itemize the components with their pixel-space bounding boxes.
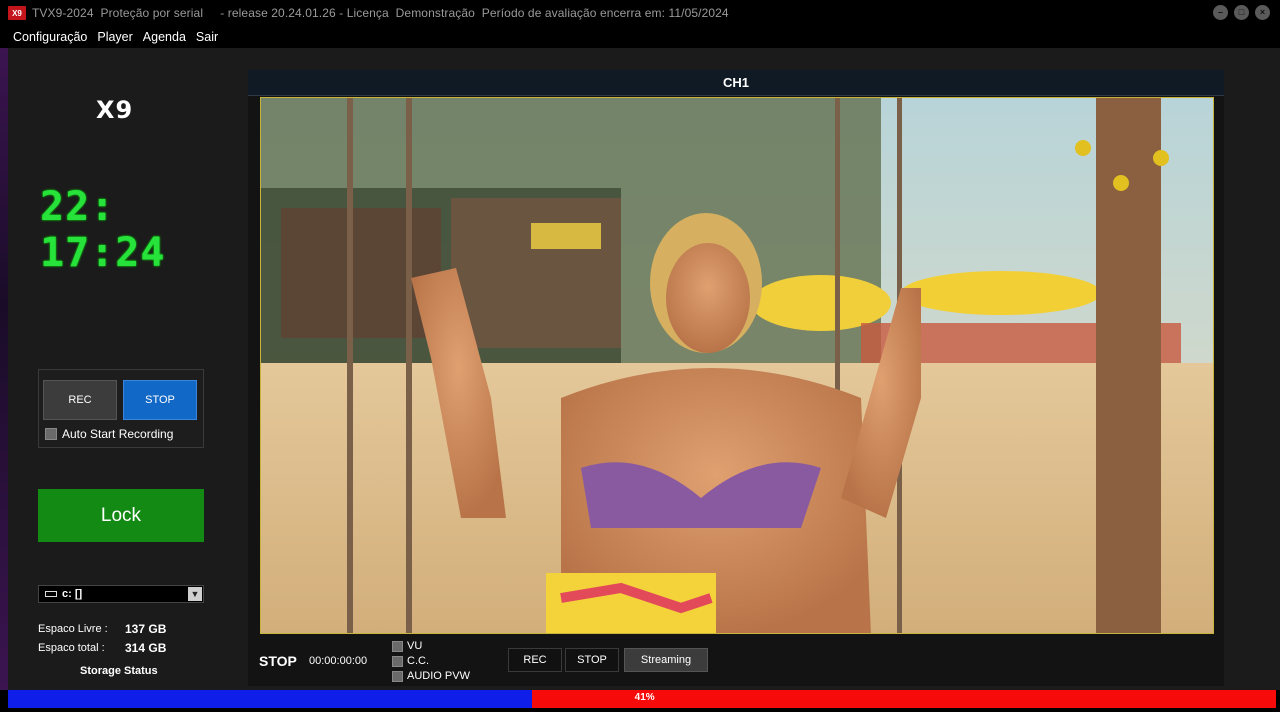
menu-player[interactable]: Player	[92, 30, 137, 44]
free-space-label: Espaco Livre :	[38, 623, 108, 635]
drive-select[interactable]: c: [] ▼	[38, 585, 204, 603]
video-frame-image	[261, 98, 1213, 633]
storage-status-label: Storage Status	[80, 665, 158, 677]
channel-panel: CH1 STOP 00:00:00:00 VU C.C. AUDIO PVW R…	[248, 70, 1224, 686]
title-bar: X9 TVX9-2024 Proteção por serial - relea…	[0, 0, 1280, 26]
audio-pvw-checkbox[interactable]	[392, 670, 403, 682]
storage-progress-bar: 41%	[8, 690, 1276, 708]
lock-button[interactable]: Lock	[38, 489, 204, 542]
window-edge	[0, 48, 8, 690]
storage-used-fill: 41%	[531, 690, 1276, 708]
menu-sair[interactable]: Sair	[191, 30, 223, 44]
cc-option[interactable]: C.C.	[392, 655, 429, 667]
menu-configuracao[interactable]: Configuração	[8, 30, 92, 44]
total-space-label: Espaco total :	[38, 642, 105, 654]
menu-agenda[interactable]: Agenda	[138, 30, 191, 44]
cc-label: C.C.	[407, 655, 429, 667]
auto-start-checkbox[interactable]	[45, 428, 57, 440]
vu-label: VU	[407, 640, 423, 652]
rec-button[interactable]: REC	[43, 380, 117, 420]
cc-checkbox[interactable]	[392, 655, 403, 667]
x9-logo: X9	[96, 96, 134, 124]
channel-state: STOP	[259, 653, 297, 669]
vu-option[interactable]: VU	[392, 640, 422, 652]
video-preview	[260, 97, 1214, 634]
storage-percent-label: 41%	[634, 692, 655, 703]
channel-timecode: 00:00:00:00	[309, 655, 368, 667]
maximize-icon[interactable]: □	[1234, 5, 1249, 20]
close-icon[interactable]: ×	[1255, 5, 1270, 20]
stop-button[interactable]: STOP	[123, 380, 197, 420]
total-space-value: 314 GB	[125, 641, 167, 655]
free-space-value: 137 GB	[125, 622, 167, 636]
drive-label: c: []	[62, 588, 83, 600]
audio-pvw-label: AUDIO PVW	[407, 670, 470, 682]
chevron-down-icon[interactable]: ▼	[188, 587, 202, 601]
auto-start-recording[interactable]: Auto Start Recording	[45, 427, 173, 441]
drive-icon	[45, 591, 57, 597]
streaming-button[interactable]: Streaming	[624, 648, 708, 672]
window-title: TVX9-2024 Proteção por serial - release …	[32, 6, 729, 20]
app-icon: X9	[8, 6, 26, 20]
digital-clock: 22: 17:24	[40, 184, 166, 276]
minimize-icon[interactable]: –	[1213, 5, 1228, 20]
audio-pvw-option[interactable]: AUDIO PVW	[392, 670, 470, 682]
channel-stop-button[interactable]: STOP	[565, 648, 619, 672]
vu-checkbox[interactable]	[392, 640, 403, 652]
storage-free-fill	[8, 690, 532, 708]
channel-title: CH1	[248, 70, 1224, 96]
menu-bar: Configuração Player Agenda Sair	[0, 26, 1280, 48]
channel-rec-button[interactable]: REC	[508, 648, 562, 672]
recording-panel: REC STOP Auto Start Recording	[38, 369, 204, 448]
auto-start-label: Auto Start Recording	[62, 427, 174, 441]
window-controls: – □ ×	[1213, 5, 1270, 20]
